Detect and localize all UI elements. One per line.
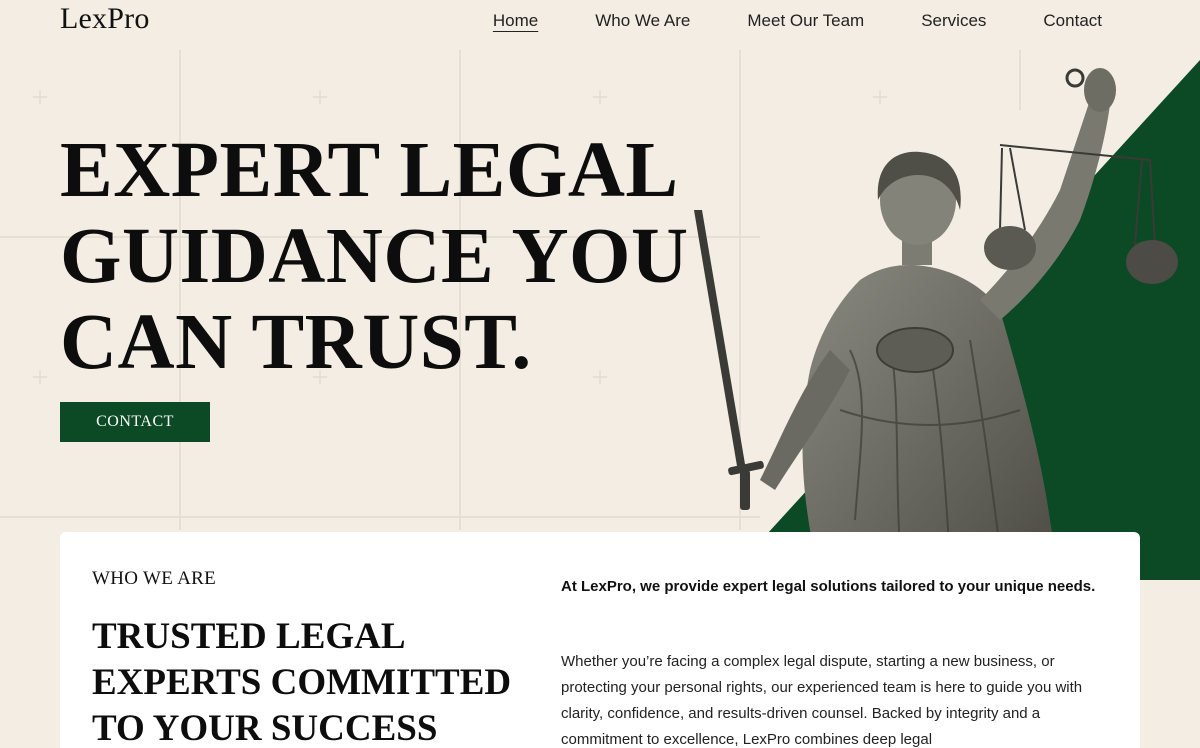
nav-item-services[interactable]: Services <box>921 11 986 31</box>
site-header: LexPro Home Who We Are Meet Our Team Ser… <box>0 0 1200 44</box>
hero-title-line: EXPERT LEGAL <box>60 127 679 214</box>
hero-title: EXPERT LEGAL GUIDANCE YOU CAN TRUST. <box>60 128 760 386</box>
section-title: TRUSTED LEGAL EXPERTS COMMITTED TO YOUR … <box>92 614 552 748</box>
lady-justice-statue-icon <box>694 60 1200 580</box>
section-eyebrow: WHO WE ARE <box>92 568 217 589</box>
body-text: Whether you’re facing a complex legal di… <box>561 653 1083 748</box>
section-title-line: TO YOUR SUCCESS <box>92 708 438 748</box>
section-title-line: EXPERTS COMMITTED <box>92 662 512 703</box>
hero-title-line: CAN TRUST. <box>60 299 532 386</box>
nav-item-home[interactable]: Home <box>493 11 538 31</box>
nav-item-meet-our-team[interactable]: Meet Our Team <box>747 11 864 31</box>
nav-item-who-we-are[interactable]: Who We Are <box>595 11 690 31</box>
intro-text: At LexPro, we provide expert legal solut… <box>561 578 1096 595</box>
hero-title-line: GUIDANCE YOU <box>60 213 689 300</box>
main-nav: Home Who We Are Meet Our Team Services C… <box>436 11 1102 31</box>
contact-button[interactable]: CONTACT <box>60 402 210 442</box>
brand-logo[interactable]: LexPro <box>60 2 150 36</box>
section-title-line: TRUSTED LEGAL <box>92 616 406 657</box>
who-we-are-card: WHO WE ARE TRUSTED LEGAL EXPERTS COMMITT… <box>60 532 1140 748</box>
nav-item-contact[interactable]: Contact <box>1043 11 1102 31</box>
